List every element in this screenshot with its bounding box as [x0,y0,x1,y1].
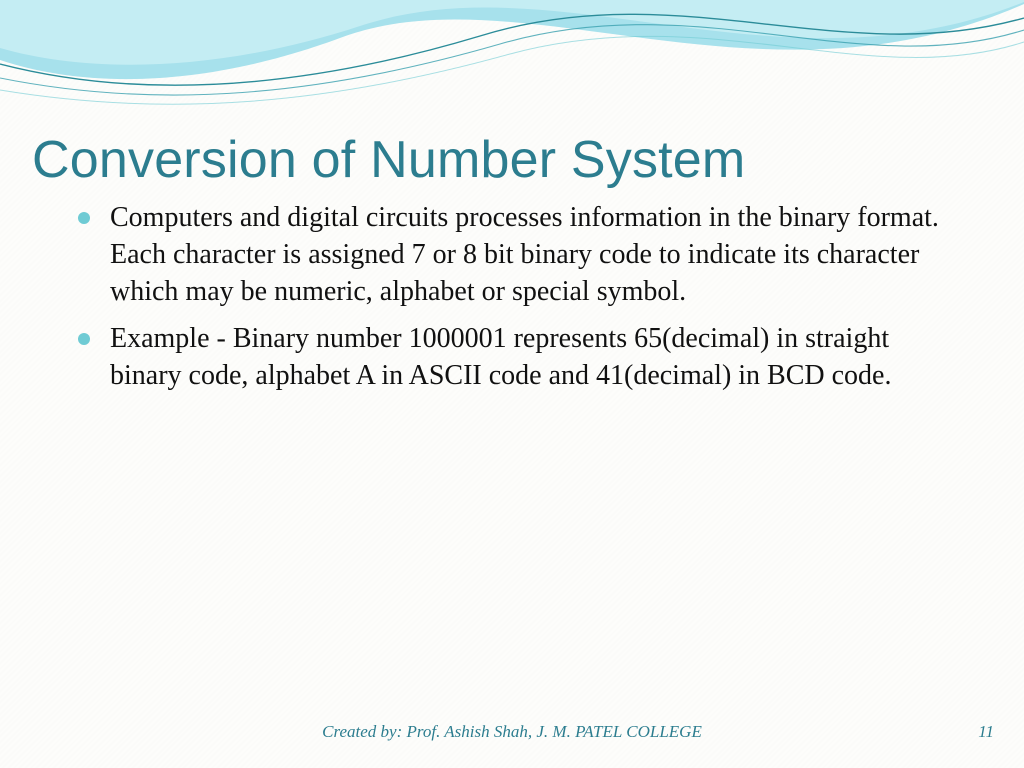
footer-credit: Created by: Prof. Ashish Shah, J. M. PAT… [0,722,1024,742]
bullet-list: Computers and digital circuits processes… [72,200,944,395]
slide: Conversion of Number System Computers an… [0,0,1024,768]
bullet-item: Computers and digital circuits processes… [72,200,944,311]
page-number: 11 [978,722,994,742]
slide-footer: Created by: Prof. Ashish Shah, J. M. PAT… [0,722,1024,746]
bullet-item: Example - Binary number 1000001 represen… [72,321,944,395]
slide-body: Computers and digital circuits processes… [72,200,944,405]
slide-title: Conversion of Number System [32,130,745,190]
